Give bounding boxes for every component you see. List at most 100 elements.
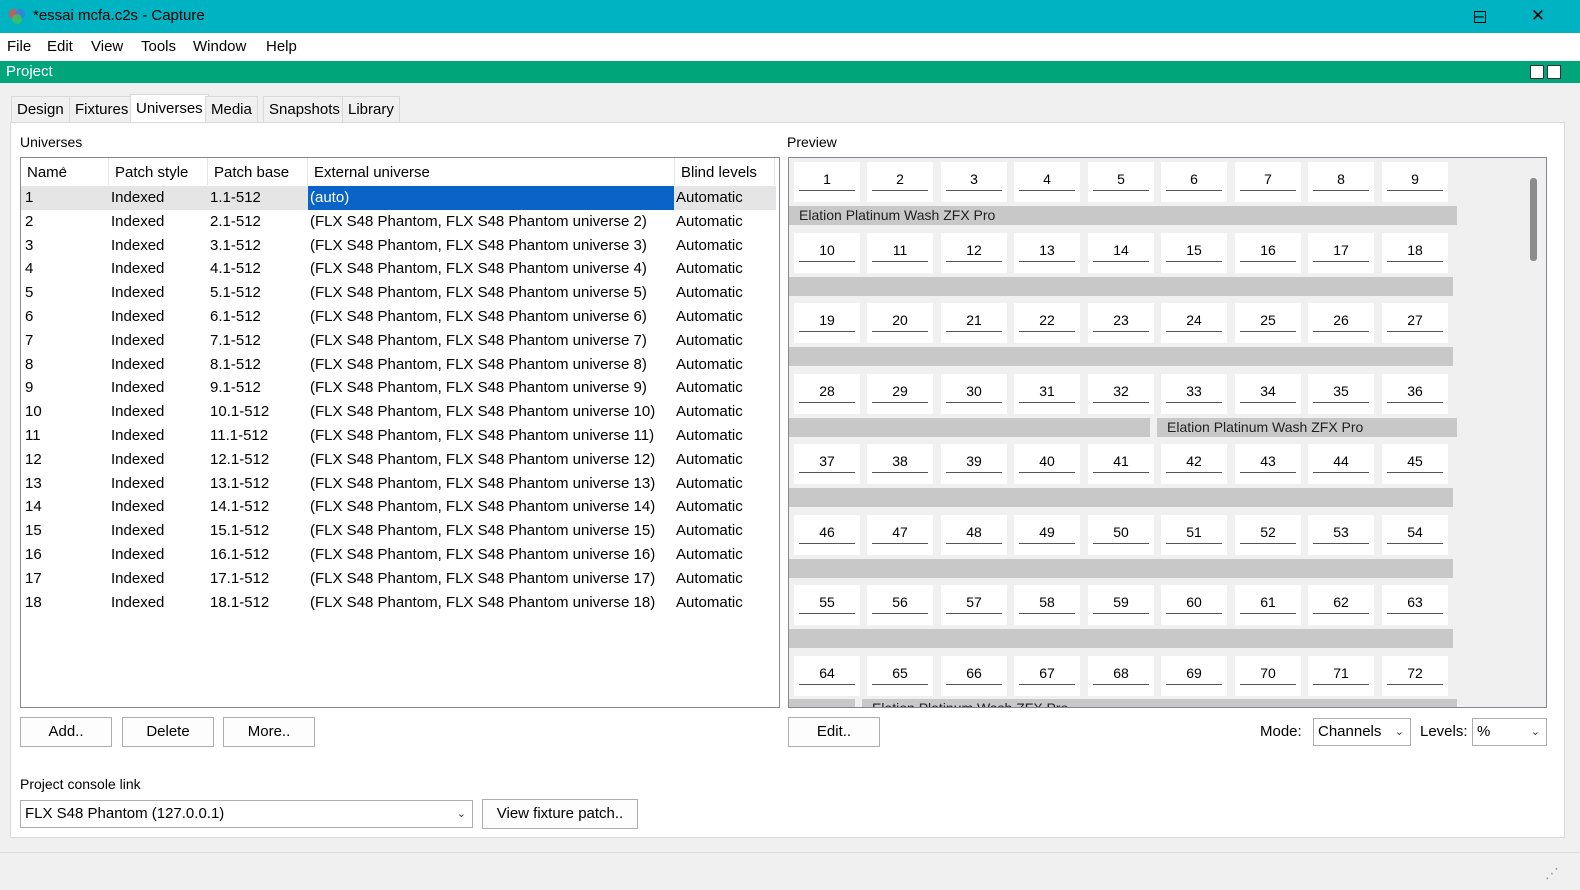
maximize-button[interactable]: [1451, 0, 1509, 33]
channel-cell[interactable]: 47: [867, 514, 933, 555]
fixture-bar[interactable]: Elation Platinum Wash ZFX Pro: [1157, 418, 1457, 437]
column-header-name[interactable]: ^ Name: [21, 158, 109, 185]
channel-cell[interactable]: 68: [1088, 655, 1154, 696]
channel-cell[interactable]: 64: [794, 655, 860, 696]
channel-cell[interactable]: 36: [1382, 373, 1448, 414]
table-row[interactable]: 12 Indexed 12.1-512 (FLX S48 Phantom, FLX S…: [21, 448, 776, 472]
menu-file[interactable]: File: [7, 38, 31, 55]
universes-table[interactable]: ^ Name Patch style Patch base External u…: [20, 157, 780, 708]
table-row[interactable]: 17 Indexed 17.1-512 (FLX S48 Phantom, FLX S…: [21, 567, 776, 591]
tab-fixtures[interactable]: Fixtures: [69, 96, 135, 123]
table-row[interactable]: 6 Indexed 6.1-512 (FLX S48 Phantom, FLX S48…: [21, 305, 776, 329]
add-universe-button[interactable]: Add..: [20, 717, 112, 747]
menu-view[interactable]: View: [91, 38, 123, 55]
channel-cell[interactable]: 25: [1235, 303, 1301, 343]
channel-cell[interactable]: 39: [941, 444, 1007, 484]
preview-grid[interactable]: 1 2 3 4 5 6 7 8 9 10 11 12 13 14 15 16 17 18 19 20 21 22 23 24 2…: [788, 157, 1547, 708]
console-link-select[interactable]: FLX S48 Phantom (127.0.0.1) ⌄: [20, 800, 473, 828]
levels-select[interactable]: % ⌄: [1472, 718, 1547, 746]
column-header-patch-style[interactable]: Patch style: [109, 158, 208, 185]
channel-cell[interactable]: 58: [1014, 585, 1080, 625]
channel-cell[interactable]: 7: [1235, 162, 1301, 202]
fixture-bar[interactable]: [789, 699, 855, 707]
channel-cell[interactable]: 15: [1161, 232, 1227, 273]
channel-cell[interactable]: 57: [941, 585, 1007, 625]
delete-universe-button[interactable]: Delete: [122, 717, 214, 747]
channel-cell[interactable]: 12: [941, 232, 1007, 273]
channel-cell[interactable]: 34: [1235, 373, 1301, 414]
undock-icon[interactable]: [1530, 65, 1544, 79]
fixture-bar[interactable]: [789, 418, 1150, 437]
close-button[interactable]: ✕: [1509, 0, 1567, 33]
channel-cell[interactable]: 35: [1308, 373, 1374, 414]
channel-cell[interactable]: 6: [1161, 162, 1227, 202]
channel-cell[interactable]: 23: [1088, 303, 1154, 343]
channel-cell[interactable]: 65: [867, 655, 933, 696]
table-row[interactable]: 11 Indexed 11.1-512 (FLX S48 Phantom, FLX S…: [21, 424, 776, 448]
fixture-bar[interactable]: [789, 559, 1453, 578]
more-button[interactable]: More..: [223, 717, 315, 747]
channel-cell[interactable]: 37: [794, 444, 860, 484]
channel-cell[interactable]: 21: [941, 303, 1007, 343]
resize-grip-icon[interactable]: ⋰: [1545, 865, 1559, 882]
channel-cell[interactable]: 49: [1014, 514, 1080, 555]
mode-select[interactable]: Channels ⌄: [1313, 718, 1411, 746]
channel-cell[interactable]: 22: [1014, 303, 1080, 343]
channel-cell[interactable]: 29: [867, 373, 933, 414]
table-row[interactable]: 13 Indexed 13.1-512 (FLX S48 Phantom, FLX S…: [21, 472, 776, 496]
table-row[interactable]: 16 Indexed 16.1-512 (FLX S48 Phantom, FLX S…: [21, 543, 776, 567]
channel-cell[interactable]: 2: [867, 162, 933, 202]
channel-cell[interactable]: 52: [1235, 514, 1301, 555]
channel-cell[interactable]: 56: [867, 585, 933, 625]
channel-cell[interactable]: 20: [867, 303, 933, 343]
column-header-blind-levels[interactable]: Blind levels: [675, 158, 775, 185]
fixture-bar[interactable]: Elation Platinum Wash ZFX Pro: [862, 699, 1457, 707]
channel-cell[interactable]: 5: [1088, 162, 1154, 202]
fixture-bar[interactable]: [789, 277, 1453, 296]
channel-cell[interactable]: 71: [1308, 655, 1374, 696]
channel-cell[interactable]: 32: [1088, 373, 1154, 414]
channel-cell[interactable]: 55: [794, 585, 860, 625]
channel-cell[interactable]: 61: [1235, 585, 1301, 625]
table-row[interactable]: 9 Indexed 9.1-512 (FLX S48 Phantom, FLX S48…: [21, 376, 776, 400]
table-row[interactable]: 1 Indexed 1.1-512 (auto) Automatic: [21, 186, 776, 210]
menu-edit[interactable]: Edit: [47, 38, 73, 55]
channel-cell[interactable]: 62: [1308, 585, 1374, 625]
table-row[interactable]: 7 Indexed 7.1-512 (FLX S48 Phantom, FLX S48…: [21, 329, 776, 353]
tab-design[interactable]: Design: [11, 96, 70, 123]
channel-cell[interactable]: 42: [1161, 444, 1227, 484]
channel-cell[interactable]: 30: [941, 373, 1007, 414]
menu-window[interactable]: Window: [193, 38, 246, 55]
tab-media[interactable]: Media: [205, 96, 258, 123]
channel-cell[interactable]: 70: [1235, 655, 1301, 696]
channel-cell[interactable]: 48: [941, 514, 1007, 555]
table-row[interactable]: 14 Indexed 14.1-512 (FLX S48 Phantom, FLX S…: [21, 495, 776, 519]
channel-cell[interactable]: 69: [1161, 655, 1227, 696]
channel-cell[interactable]: 26: [1308, 303, 1374, 343]
channel-cell[interactable]: 44: [1308, 444, 1374, 484]
channel-cell[interactable]: 28: [794, 373, 860, 414]
eject-icon[interactable]: [1547, 65, 1561, 79]
channel-cell[interactable]: 46: [794, 514, 860, 555]
preview-scrollbar-thumb[interactable]: [1530, 178, 1537, 261]
tab-universes[interactable]: Universes: [130, 94, 209, 123]
table-row[interactable]: 8 Indexed 8.1-512 (FLX S48 Phantom, FLX S48…: [21, 353, 776, 377]
view-fixture-patch-button[interactable]: View fixture patch..: [482, 799, 638, 829]
table-row[interactable]: 18 Indexed 18.1-512 (FLX S48 Phantom, FLX S…: [21, 591, 776, 615]
channel-cell[interactable]: 1: [794, 162, 860, 202]
channel-cell[interactable]: 9: [1382, 162, 1448, 202]
fixture-bar[interactable]: [789, 347, 1453, 366]
channel-cell[interactable]: 4: [1014, 162, 1080, 202]
channel-cell[interactable]: 53: [1308, 514, 1374, 555]
channel-cell[interactable]: 41: [1088, 444, 1154, 484]
tab-library[interactable]: Library: [342, 96, 400, 123]
channel-cell[interactable]: 59: [1088, 585, 1154, 625]
channel-cell[interactable]: 54: [1382, 514, 1448, 555]
channel-cell[interactable]: 19: [794, 303, 860, 343]
channel-cell[interactable]: 51: [1161, 514, 1227, 555]
menu-tools[interactable]: Tools: [141, 38, 176, 55]
table-row[interactable]: 2 Indexed 2.1-512 (FLX S48 Phantom, FLX S48…: [21, 210, 776, 234]
channel-cell[interactable]: 40: [1014, 444, 1080, 484]
channel-cell[interactable]: 24: [1161, 303, 1227, 343]
channel-cell[interactable]: 50: [1088, 514, 1154, 555]
